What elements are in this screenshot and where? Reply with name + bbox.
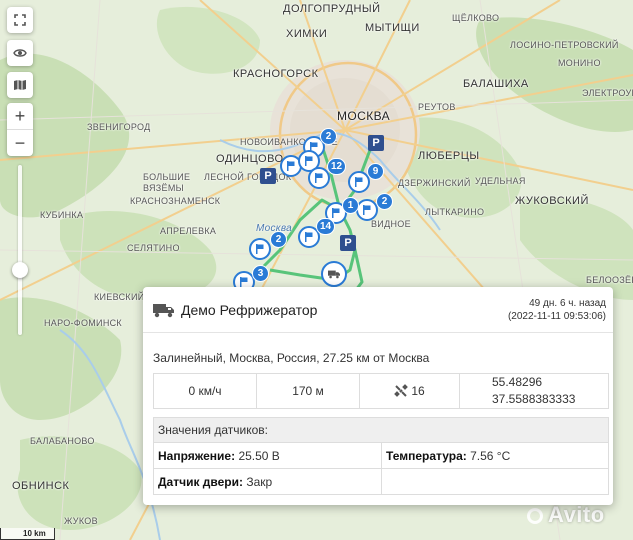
cluster-badge[interactable]: 12: [327, 158, 347, 175]
visibility-button[interactable]: [7, 40, 33, 66]
stats-table: 0 км/ч 170 м 16 55.48296 37.5588383333: [153, 373, 609, 409]
zoom-out-button[interactable]: −: [7, 130, 33, 156]
coordinates-cell: 55.48296 37.5588383333: [459, 373, 609, 409]
voltage-label: Напряжение:: [158, 448, 236, 463]
zoom-slider-handle[interactable]: [12, 262, 28, 278]
place-label: ЛОСИНО-ПЕТРОВСКИЙ: [510, 40, 619, 50]
cluster-badge[interactable]: 3: [252, 265, 269, 282]
place-label: ЖУКОВСКИЙ: [515, 195, 589, 207]
watermark: Avito: [548, 502, 605, 527]
flag-icon: [332, 208, 340, 218]
flag-icon: [287, 161, 295, 171]
place-label: УДЕЛЬНАЯ: [475, 176, 526, 186]
vehicle-marker[interactable]: [356, 199, 378, 221]
voltage-row: Напряжение: 25.50 В: [153, 442, 382, 469]
zoom-slider-track[interactable]: [18, 165, 22, 335]
popup-header: Демо Рефрижератор 49 дн. 6 ч. назад (202…: [143, 287, 613, 333]
place-label: ЭЛЕКТРОУГЛИ: [582, 88, 633, 98]
place-label: ВЯЗЁМЫ: [143, 183, 184, 193]
cluster-badge[interactable]: 14: [316, 218, 336, 235]
place-label: ВИДНОЕ: [371, 219, 411, 229]
satellites-cell: 16: [359, 373, 460, 409]
map-icon: [14, 80, 26, 90]
place-label: СЕЛЯТИНО: [127, 243, 180, 253]
place-label: БЕЛООЗЁРСКИЙ: [586, 275, 633, 285]
place-label: ДЗЕРЖИНСКИЙ: [398, 178, 471, 188]
voltage-value: 25.50 В: [238, 448, 280, 463]
place-label: МОНИНО: [558, 58, 601, 68]
longitude-value: 37.5588383333: [492, 392, 576, 406]
cluster-badge[interactable]: 1: [342, 197, 359, 214]
temperature-row: Температура: 7.56 °C: [381, 442, 609, 469]
fullscreen-icon: [14, 14, 26, 26]
vehicle-name: Демо Рефрижератор: [181, 302, 318, 318]
place-label: ДОЛГОПРУДНЫЙ: [283, 3, 381, 15]
place-label: МЫТИЩИ: [365, 22, 420, 34]
truck-icon: [153, 304, 174, 318]
flag-icon: [363, 205, 371, 215]
place-label: ЖУКОВ: [64, 516, 98, 526]
place-label: ЩЁЛКОВО: [452, 13, 500, 23]
empty-cell: [381, 468, 609, 495]
latitude-value: 55.48296: [492, 375, 543, 389]
vehicle-info-popup: Демо Рефрижератор 49 дн. 6 ч. назад (202…: [143, 287, 613, 505]
speed-value: 0 км/ч: [153, 373, 257, 409]
cluster-badge[interactable]: 2: [320, 128, 337, 145]
cluster-badge[interactable]: 9: [367, 163, 384, 180]
place-label: БАЛАШИХА: [463, 78, 529, 90]
cluster-badge[interactable]: 2: [376, 193, 393, 210]
parking-icon[interactable]: P: [368, 135, 384, 151]
temperature-value: 7.56 °C: [470, 448, 511, 463]
place-label: КУБИНКА: [40, 210, 84, 220]
fullscreen-button[interactable]: [7, 7, 33, 33]
parking-icon[interactable]: P: [260, 168, 276, 184]
avito-logo-icon: [527, 508, 543, 524]
selected-vehicle-marker[interactable]: [321, 261, 347, 287]
sensors-title: Значения датчиков:: [153, 417, 609, 443]
flag-icon: [256, 244, 264, 254]
temperature-label: Температура:: [386, 448, 467, 463]
place-label: БОЛЬШИЕ: [143, 172, 191, 182]
place-label: ХИМКИ: [286, 28, 328, 40]
door-row: Датчик двери: Закр: [153, 468, 382, 495]
time-ago: 49 дн. 6 ч. назад: [529, 298, 606, 309]
place-label: ЛЫТКАРИНО: [425, 207, 485, 217]
door-label: Датчик двери:: [158, 474, 243, 489]
zoom-control: + −: [7, 103, 33, 156]
place-label: РЕУТОВ: [418, 102, 456, 112]
place-label: АПРЕЛЕВКА: [160, 226, 217, 236]
flag-icon: [355, 177, 363, 187]
place-label: КРАСНОЗНАМЕНСК: [130, 196, 221, 206]
place-label: МОСКВА: [337, 109, 390, 123]
cluster-badge[interactable]: 2: [270, 231, 287, 248]
eye-icon: [13, 49, 27, 57]
place-label: ЗВЕНИГОРОД: [87, 122, 151, 132]
zoom-in-button[interactable]: +: [7, 103, 33, 129]
address: Залинейный, Москва, Россия, 27.25 км от …: [153, 351, 430, 365]
satellites-value: 16: [411, 383, 425, 398]
truck-icon: [328, 270, 340, 279]
flag-icon: [305, 232, 313, 242]
map-layers-button[interactable]: [7, 72, 33, 98]
map-scale: 10 km: [0, 528, 55, 540]
place-label: КРАСНОГОРСК: [233, 68, 319, 80]
place-label: ОДИНЦОВО: [216, 153, 284, 165]
place-label: ЛЕСНОЙ ГОРОДОК: [204, 172, 292, 182]
vehicle-marker[interactable]: [308, 167, 330, 189]
place-label: БАЛАБАНОВО: [30, 436, 95, 446]
place-label: НАРО-ФОМИНСК: [44, 318, 122, 328]
flag-icon: [305, 156, 313, 166]
sensors-table: Значения датчиков: Напряжение: 25.50 В Т…: [153, 417, 609, 495]
flag-icon: [315, 173, 323, 183]
satellite-icon: [394, 384, 409, 398]
place-label: КИЕВСКИЙ: [94, 292, 145, 302]
timestamp: (2022-11-11 09:53:06): [507, 311, 606, 322]
place-label: ОБНИНСК: [12, 480, 70, 492]
parking-icon[interactable]: P: [340, 235, 356, 251]
door-value: Закр: [246, 474, 273, 489]
vehicle-marker[interactable]: [249, 238, 271, 260]
place-label: ЛЮБЕРЦЫ: [418, 150, 480, 162]
altitude-value: 170 м: [256, 373, 360, 409]
